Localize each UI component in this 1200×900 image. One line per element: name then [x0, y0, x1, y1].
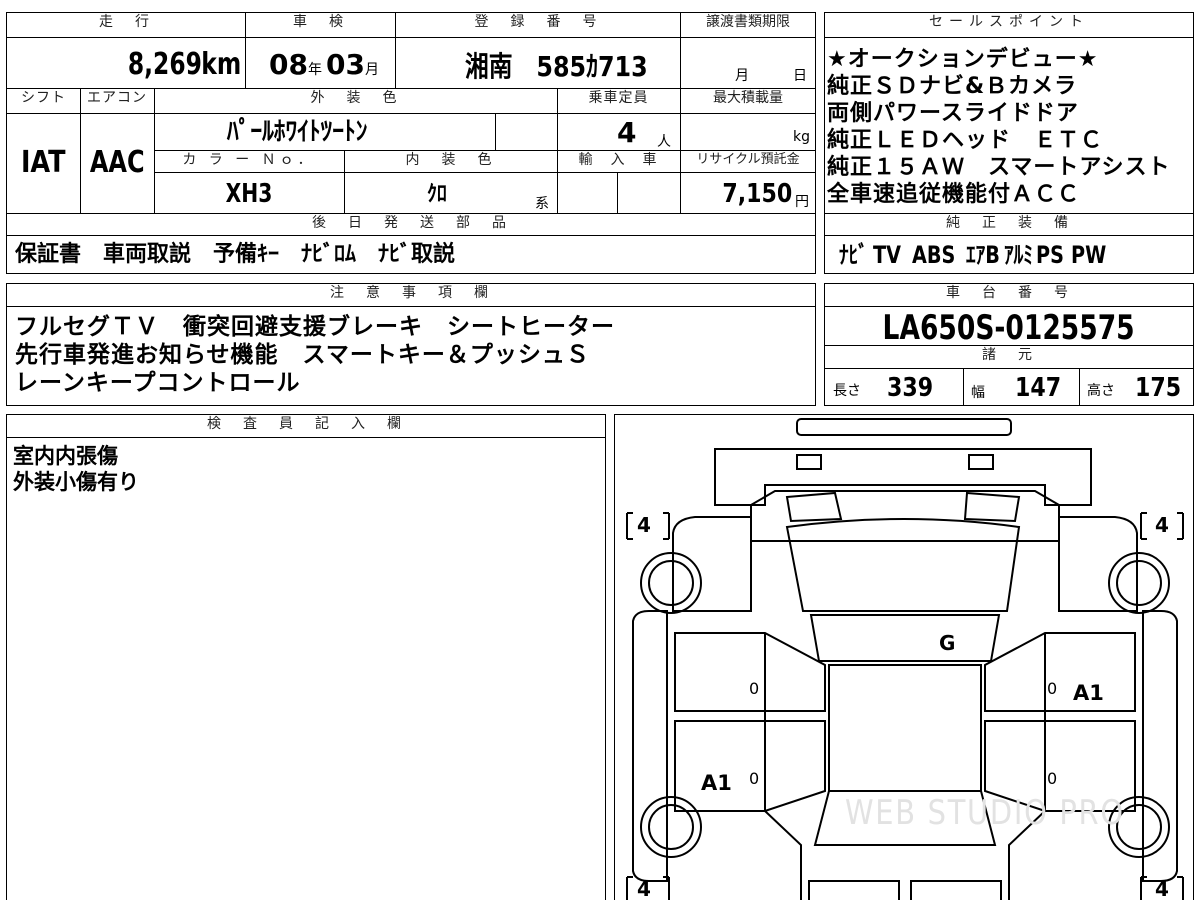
equip-item: ﾅﾋﾞ	[839, 241, 868, 269]
zero-mark: 0	[749, 769, 760, 788]
specs-header: 諸 元	[982, 347, 1036, 363]
sales-point-line: 両側パワースライドドア	[827, 101, 1079, 126]
exterior-color-header: 外 装 色	[310, 90, 401, 106]
ac-header: エアコン	[87, 90, 147, 106]
inspector-line: 室内内張傷	[13, 444, 118, 468]
equip-item: TV	[873, 241, 901, 269]
notes-box: 注 意 事 項 欄 フルセグＴＶ 衝突回避支援ブレーキ シートヒーター 先行車発…	[6, 283, 816, 406]
zero-mark: 0	[749, 679, 760, 698]
recycle-deposit-unit: 円	[795, 194, 809, 210]
mileage-unit: km	[201, 47, 241, 82]
tire-front-right: 4	[1155, 513, 1169, 537]
damage-mark-a1-left: A1	[701, 771, 732, 795]
notes-line: フルセグＴＶ 衝突回避支援ブレーキ シートヒーター	[15, 314, 615, 340]
inspector-box: 検 査 員 記 入 欄 室内内張傷 外装小傷有り	[6, 414, 606, 900]
zero-mark: 0	[1047, 769, 1058, 788]
shift-header: シフト	[21, 90, 66, 106]
max-load-header: 最大積載量	[713, 90, 783, 106]
inspector-header: 検 査 員 記 入 欄	[207, 416, 405, 432]
capacity-value: 4	[617, 116, 637, 149]
exterior-color-value: ﾊﾟｰﾙﾎﾜｲﾄﾂｰﾄﾝ	[227, 117, 368, 147]
height-label: 高さ	[1087, 383, 1115, 399]
recycle-deposit-header: リサイクル預託金	[696, 152, 800, 167]
chassis-number-header: 車 台 番 号	[946, 285, 1072, 301]
shift-value: IAT	[21, 145, 66, 180]
mileage-value: 8,269	[127, 47, 202, 82]
damage-mark-a1-right: A1	[1073, 681, 1104, 705]
transfer-deadline-header: 譲渡書類期限	[706, 14, 790, 30]
length-label: 長さ	[833, 383, 861, 399]
tire-rear-right: 4	[1155, 877, 1169, 900]
inspection-year: 08	[269, 48, 308, 81]
equip-item: ｱﾙﾐ	[1004, 241, 1034, 269]
damage-mark-g: G	[939, 631, 956, 655]
registration-header: 登 録 番 号	[474, 14, 601, 30]
inspection-header: 車 検	[293, 14, 347, 30]
sales-point-line: 純正ＳＤナビ&Ｂカメラ	[827, 74, 1078, 99]
transfer-month-label: 月	[735, 68, 749, 84]
sales-point-box: セールスポイント ★オークションデビュー★ 純正ＳＤナビ&Ｂカメラ 両側パワース…	[824, 12, 1194, 274]
notes-line: レーンキープコントロール	[15, 370, 301, 396]
width-label: 幅	[971, 385, 985, 401]
later-shipping-header: 後 日 発 送 部 品	[312, 215, 510, 231]
factory-equipment-header: 純 正 装 備	[946, 215, 1072, 231]
sales-point-header: セールスポイント	[929, 14, 1089, 30]
max-load-unit: kg	[793, 129, 810, 145]
watermark: WEB STUDIO PRO	[845, 793, 1125, 833]
capacity-unit: 人	[657, 134, 671, 150]
later-shipping-items: 保証書 車両取説 予備ｷｰ ﾅﾋﾞﾛﾑ ﾅﾋﾞ取説	[15, 242, 456, 267]
equip-item: PW	[1071, 241, 1107, 269]
equip-item: PS	[1036, 241, 1065, 269]
interior-color-unit: 系	[535, 196, 549, 212]
color-no-header: カ ラ ー Ｎｏ．	[182, 152, 316, 168]
mileage-header: 走 行	[99, 14, 153, 30]
sales-point-line: 純正１５ＡＷ スマートアシスト	[827, 155, 1171, 180]
color-no-value: XH3	[225, 179, 273, 209]
vehicle-info-table: 走 行 車 検 登 録 番 号 譲渡書類期限 8,269km 08年 03月 湘南…	[6, 12, 816, 274]
sales-point-line: 全車速追従機能付ＡＣＣ	[827, 182, 1081, 207]
import-header: 輸 入 車	[578, 152, 659, 168]
chassis-number-value: LA650S-0125575	[882, 308, 1136, 348]
tire-front-left: 4	[637, 513, 651, 537]
car-damage-diagram: 4 4 4 4 G A1 A1 0 0 0 0 WEB STUDIO PRO	[614, 414, 1194, 900]
inspection-month: 03	[325, 48, 365, 81]
recycle-deposit-value: 7,150	[722, 179, 792, 209]
interior-color-header: 内 装 色	[405, 152, 496, 168]
interior-color-value: ｸﾛ	[427, 182, 447, 207]
sales-point-line: ★オークションデビュー★	[827, 47, 1099, 72]
notes-header: 注 意 事 項 欄	[330, 285, 492, 301]
inspector-line: 外装小傷有り	[13, 470, 139, 494]
equip-item: ABS	[911, 241, 956, 269]
zero-mark: 0	[1047, 679, 1058, 698]
height-value: 175	[1135, 373, 1182, 403]
notes-line: 先行車発進お知らせ機能 スマートキー＆プッシュＳ	[15, 342, 590, 368]
year-unit: 年	[307, 62, 322, 78]
month-unit: 月	[364, 62, 379, 78]
transfer-day-label: 日	[793, 68, 807, 84]
chassis-box: 車 台 番 号 LA650S-0125575 諸 元 長さ 339 幅 147 …	[824, 283, 1194, 406]
tire-rear-left: 4	[637, 877, 651, 900]
sales-point-line: 純正ＬＥＤヘッド ＥＴＣ	[827, 128, 1104, 153]
length-value: 339	[887, 373, 934, 403]
equip-item: ｴｱB	[966, 241, 1000, 269]
registration-number: 湘南 585ｶ713	[465, 50, 648, 83]
width-value: 147	[1015, 373, 1062, 403]
ac-value: AAC	[89, 145, 145, 180]
capacity-header: 乗車定員	[588, 90, 649, 106]
